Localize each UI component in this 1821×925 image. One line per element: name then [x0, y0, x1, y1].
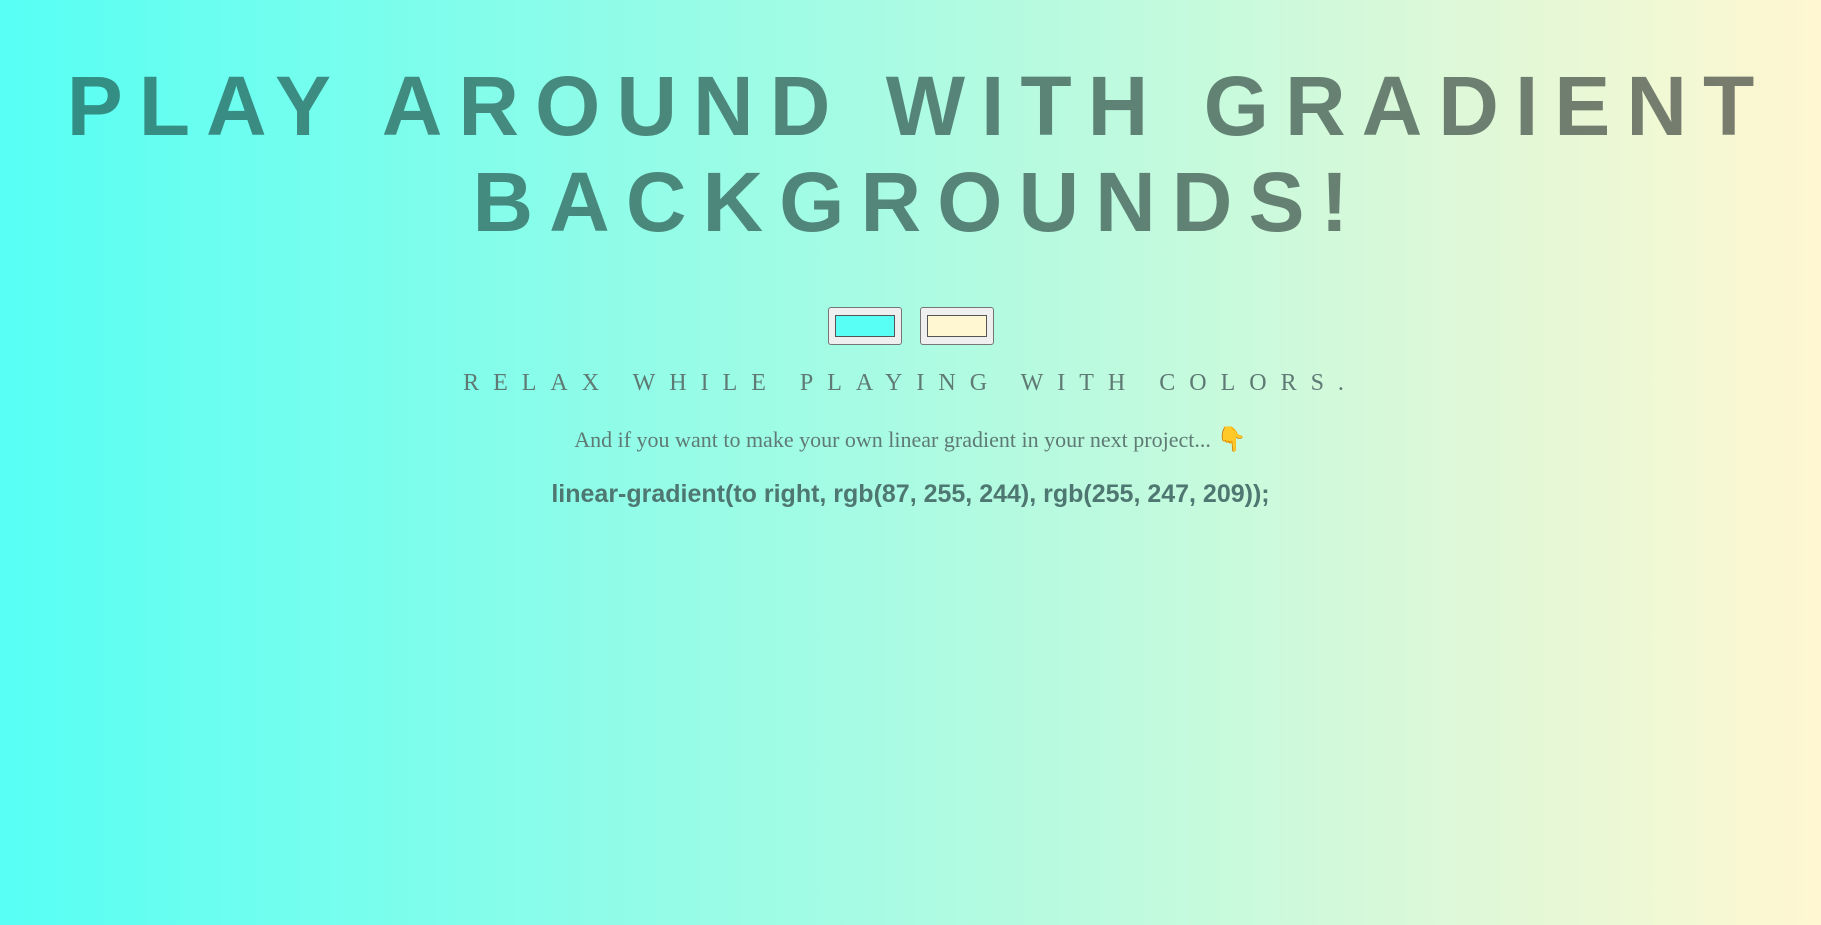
- intro-text-label: And if you want to make your own linear …: [574, 427, 1211, 452]
- page-title-line2: BACKGROUNDS!: [472, 155, 1365, 249]
- color-pickers: [0, 307, 1821, 345]
- subtitle: Relax while playing with colors.: [463, 370, 1358, 396]
- page-title: PLAY AROUND WITH GRADIENT BACKGROUNDS!: [0, 58, 1821, 250]
- color-swatch-1: [834, 315, 895, 337]
- color-picker-1[interactable]: [827, 307, 902, 345]
- intro-text: And if you want to make your own linear …: [0, 425, 1821, 454]
- color-picker-2[interactable]: [919, 307, 994, 345]
- color-swatch-2: [926, 315, 987, 337]
- page-title-line1: PLAY AROUND WITH GRADIENT: [66, 59, 1771, 153]
- pointing-down-icon: 👇: [1216, 427, 1247, 453]
- css-gradient-output: linear-gradient(to right, rgb(87, 255, 2…: [551, 480, 1270, 508]
